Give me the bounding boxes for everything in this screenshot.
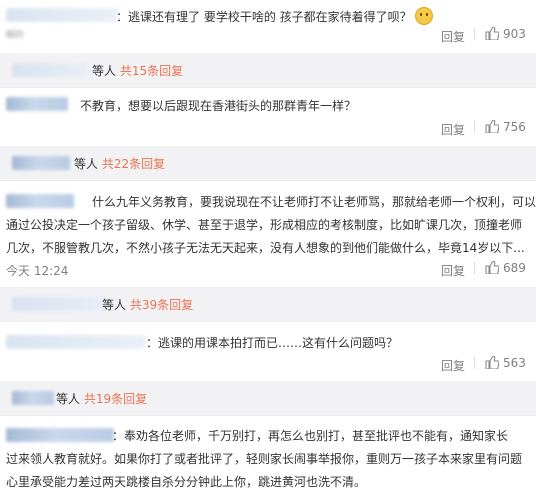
reply-people: 等人 — [56, 392, 81, 406]
divider — [474, 357, 475, 369]
divider — [0, 180, 536, 181]
comment-text-line: 心里承受能力差过两天跳楼自杀分分钟此上你，跳进黄河也洗不清。 — [6, 475, 367, 489]
redacted-username — [12, 391, 54, 405]
thumbs-up-icon — [485, 120, 499, 133]
reply-count-link[interactable]: 共19条回复 — [84, 392, 147, 406]
redacted-username — [12, 297, 110, 311]
divider — [474, 121, 475, 133]
reply-summary-bar[interactable]: 等人 共39条回复 — [0, 287, 536, 321]
comment-time: 今天 12:24 — [6, 264, 69, 278]
redacted-username — [6, 97, 68, 111]
thumbs-up-icon — [485, 356, 499, 369]
reply-count-link[interactable]: 共39条回复 — [130, 298, 193, 312]
reply-count-link[interactable]: 共22条回复 — [102, 157, 165, 171]
reply-people: 等人 — [92, 64, 117, 78]
comment-text-line: ：奉劝各位老师，千万别打，再怎么也别打，甚至批评也不能有，通知家长 — [112, 429, 509, 443]
redacted-username — [6, 428, 114, 442]
thumbs-up-icon — [485, 261, 499, 274]
comment-text-line: 过来领人教育就好。如果你打了或者批评了，轻则家长闹事举报你，重则万一孩子本来家里… — [6, 452, 523, 466]
smile-emoji-icon — [415, 7, 434, 25]
comment-text: ：逃课的用课本拍打而已……这有什么问题吗？ — [146, 336, 399, 350]
thumbs-up-icon — [485, 27, 499, 40]
reply-count-link[interactable]: 共15条回复 — [120, 64, 183, 78]
comment-text: 不教育，想要以后跟现在香港街头的那群青年一样？ — [80, 99, 357, 113]
reply-summary-bar[interactable]: 等人 共15条回复 — [0, 53, 536, 87]
redacted-username — [6, 194, 74, 208]
redacted-time — [6, 30, 24, 38]
like-count: 756 — [503, 120, 526, 134]
reply-button[interactable]: 回复 — [441, 357, 465, 374]
redacted-username — [12, 63, 88, 77]
comment-text-line: 几次，不服管教几次，不然小孩子无法无天起来，没有人想象的到他们能做什么，毕竟14… — [6, 241, 525, 255]
comment-text-line: 通过公投决定一个孩子留级、休学、甚至于退学，形成相应的考核制度，比如旷课几次，顶… — [6, 218, 523, 232]
reply-people: 等人 — [102, 298, 127, 312]
divider — [0, 321, 536, 322]
reply-summary-bar[interactable]: 等人 共22条回复 — [0, 146, 536, 180]
comment-text-line: 什么九年义务教育，要我说现在不让老师打不让老师骂，那就给老师一个权利，可以 — [92, 195, 536, 209]
reply-people: 等人 — [74, 157, 99, 171]
divider — [474, 28, 475, 40]
like-button[interactable]: 756 — [485, 120, 526, 134]
redacted-username — [6, 335, 146, 349]
divider — [0, 87, 536, 88]
like-count: 689 — [503, 261, 526, 275]
redacted-username — [12, 156, 70, 170]
like-count: 903 — [503, 27, 526, 41]
redacted-username — [6, 8, 118, 22]
reply-summary-bar[interactable]: 等人 共19条回复 — [0, 381, 536, 415]
divider — [474, 262, 475, 274]
comment-text: ：逃课还有理了 要学校干啥的 孩子都在家待着得了呗？ — [116, 7, 434, 25]
like-count: 563 — [503, 356, 526, 370]
reply-button[interactable]: 回复 — [441, 262, 465, 279]
like-button[interactable]: 689 — [485, 261, 526, 275]
like-button[interactable]: 563 — [485, 356, 526, 370]
like-button[interactable]: 903 — [485, 27, 526, 41]
divider — [0, 415, 536, 416]
reply-button[interactable]: 回复 — [441, 28, 465, 45]
reply-button[interactable]: 回复 — [441, 121, 465, 138]
